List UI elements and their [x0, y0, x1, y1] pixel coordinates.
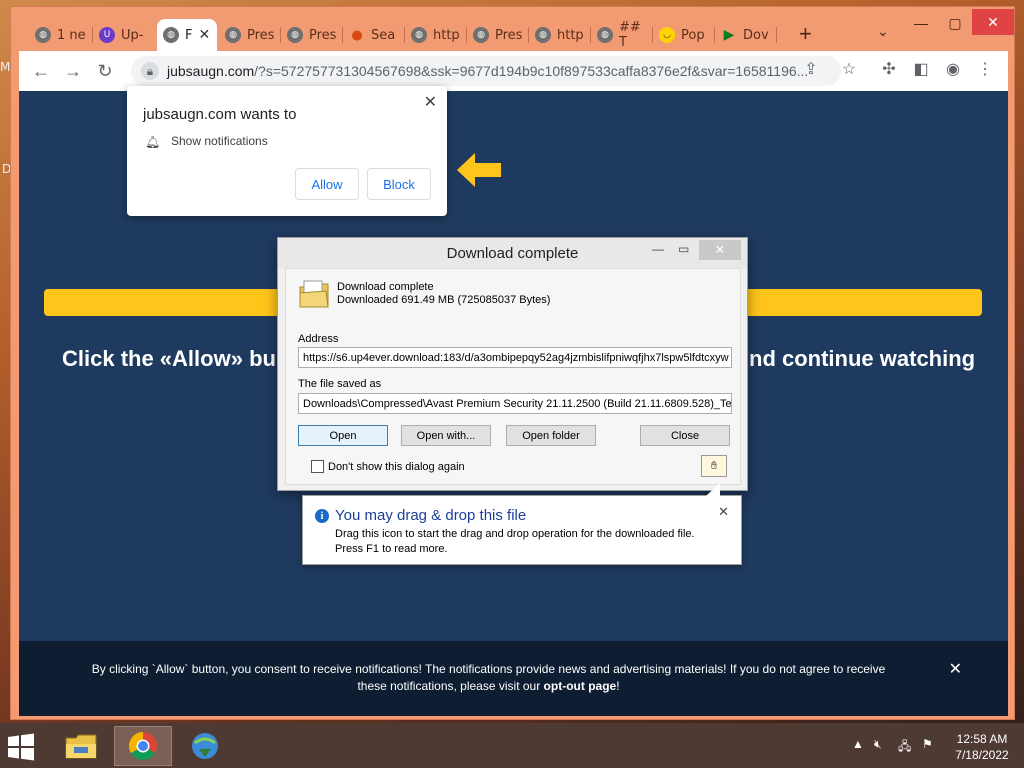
pin-icon: ● — [349, 27, 365, 43]
file-explorer-icon[interactable] — [52, 726, 110, 766]
dont-show-checkbox[interactable]: Don't show this dialog again — [311, 460, 465, 473]
tab[interactable]: ◍ http — [529, 19, 591, 51]
tab-strip: ◍ 1 ne U Up- ◍ F ✕ ◍ Pres ◍ Pres ● Sea ◍ http ◍ P… — [11, 7, 1014, 51]
tab[interactable]: ◍ ## T — [591, 19, 653, 51]
tab[interactable]: ◍ Pres — [467, 19, 529, 51]
dialog-body: Download complete Downloaded 691.49 MB (… — [285, 268, 741, 485]
tab[interactable]: ◡ Pop — [653, 19, 715, 51]
close-icon[interactable]: ✕ — [699, 240, 741, 260]
close-button[interactable]: Close — [640, 425, 730, 446]
action-center-icon[interactable]: ⚑ — [922, 737, 933, 751]
profile-icon[interactable]: ◉ — [941, 59, 965, 79]
tab[interactable]: ● Sea — [343, 19, 405, 51]
close-icon[interactable]: ✕ — [718, 504, 729, 520]
checkbox[interactable] — [311, 460, 324, 473]
tab[interactable]: ◍ 1 ne — [29, 19, 93, 51]
download-size: Downloaded 691.49 MB (725085037 Bytes) — [337, 294, 551, 306]
close-icon[interactable]: ✕ — [424, 92, 437, 112]
globe-icon: ◍ — [35, 27, 51, 43]
smiley-icon: ◡ — [659, 27, 675, 43]
tooltip-title: You may drag & drop this file — [335, 507, 527, 524]
block-button[interactable]: Block — [367, 168, 431, 200]
globe-icon: ◍ — [597, 27, 613, 43]
folder-icon — [299, 280, 329, 308]
u-logo-icon: U — [99, 27, 115, 43]
address-label: Address — [298, 333, 339, 345]
globe-icon: ◍ — [287, 27, 303, 43]
desktop-icon-fragment: M — [0, 60, 11, 74]
show-hidden-icons[interactable]: ▲ — [852, 737, 864, 751]
saved-path-field[interactable]: Downloads\Compressed\Avast Premium Secur… — [298, 393, 732, 414]
arrow-left-icon — [457, 153, 501, 187]
tab-active[interactable]: ◍ F ✕ — [157, 19, 217, 51]
chevron-down-icon[interactable]: ⌄ — [877, 23, 889, 40]
maximize-icon[interactable]: ▢ — [938, 9, 972, 37]
tab[interactable]: ◍ Pres — [219, 19, 281, 51]
saved-label: The file saved as — [298, 378, 382, 390]
browser-toolbar: ← → ↻ 🔒︎ jubsaugn.com/?s=572757731304567… — [19, 51, 1008, 91]
extensions-icon[interactable]: ✣ — [877, 59, 901, 79]
minimize-icon[interactable]: — — [652, 242, 664, 256]
side-panel-icon[interactable]: ◧ — [909, 59, 933, 79]
globe-icon: ◍ — [473, 27, 489, 43]
forward-icon[interactable]: → — [57, 55, 89, 87]
new-tab-button[interactable]: + — [799, 21, 812, 47]
bell-icon: 🔔︎ — [145, 135, 161, 149]
dialog-titlebar: Download complete — ▭ ✕ — [278, 238, 747, 268]
chrome-icon[interactable] — [114, 726, 172, 766]
open-with-button[interactable]: Open with... — [401, 425, 491, 446]
drag-drop-icon[interactable]: ✋︎ — [701, 455, 727, 477]
network-icon[interactable]: 🖧︎ — [898, 737, 911, 758]
download-status: Download complete — [337, 281, 434, 293]
consent-banner: By clicking `Allow` button, you consent … — [19, 641, 1008, 716]
tab[interactable]: U Up- — [93, 19, 157, 51]
windows-start-icon[interactable] — [6, 732, 36, 762]
close-window-icon[interactable]: ✕ — [972, 9, 1014, 35]
info-icon: i — [315, 509, 329, 523]
maximize-icon[interactable]: ▭ — [678, 242, 689, 256]
download-manager-icon[interactable] — [176, 726, 234, 766]
opt-out-link[interactable]: opt-out page — [544, 679, 617, 693]
star-icon[interactable]: ☆ — [837, 59, 861, 79]
play-icon: ▶ — [723, 27, 735, 43]
minimize-icon[interactable]: — — [904, 9, 938, 37]
tab[interactable]: ◍ Pres — [281, 19, 343, 51]
globe-icon: ◍ — [225, 27, 241, 43]
notification-permission-prompt: jubsaugn.com wants to ✕ 🔔︎ Show notifica… — [127, 86, 447, 216]
address-field[interactable]: https://s6.up4ever.download:183/d/a3ombi… — [298, 347, 732, 368]
lock-icon[interactable]: 🔒︎ — [141, 62, 159, 80]
globe-icon: ◍ — [163, 27, 179, 43]
back-icon[interactable]: ← — [25, 55, 57, 87]
close-icon[interactable]: ✕ — [949, 661, 962, 678]
open-button[interactable]: Open — [298, 425, 388, 446]
taskbar: ▲ 🔇︎ 🖧︎ ⚑ 12:58 AM 7/18/2022 — [0, 723, 1024, 768]
tab[interactable]: ◍ http — [405, 19, 467, 51]
drag-drop-tooltip: i You may drag & drop this file Drag thi… — [302, 483, 742, 565]
tab[interactable]: ▶ Dov — [715, 19, 777, 51]
close-tab-icon[interactable]: ✕ — [198, 27, 210, 43]
download-complete-dialog: Download complete — ▭ ✕ Download complet… — [277, 237, 748, 491]
globe-icon: ◍ — [411, 27, 427, 43]
open-folder-button[interactable]: Open folder — [506, 425, 596, 446]
share-icon[interactable]: ⇪ — [799, 59, 823, 79]
reload-icon[interactable]: ↻ — [89, 55, 121, 87]
allow-button[interactable]: Allow — [295, 168, 359, 200]
permission-row: 🔔︎ Show notifications — [145, 134, 268, 149]
system-clock[interactable]: 12:58 AM 7/18/2022 — [950, 731, 1014, 763]
volume-muted-icon[interactable]: 🔇︎ — [874, 737, 882, 752]
address-bar[interactable]: 🔒︎ jubsaugn.com/?s=572757731304567698&ss… — [131, 56, 841, 86]
globe-icon: ◍ — [535, 27, 551, 43]
prompt-title: jubsaugn.com wants to — [143, 106, 297, 123]
menu-icon[interactable]: ⋮ — [973, 59, 997, 79]
